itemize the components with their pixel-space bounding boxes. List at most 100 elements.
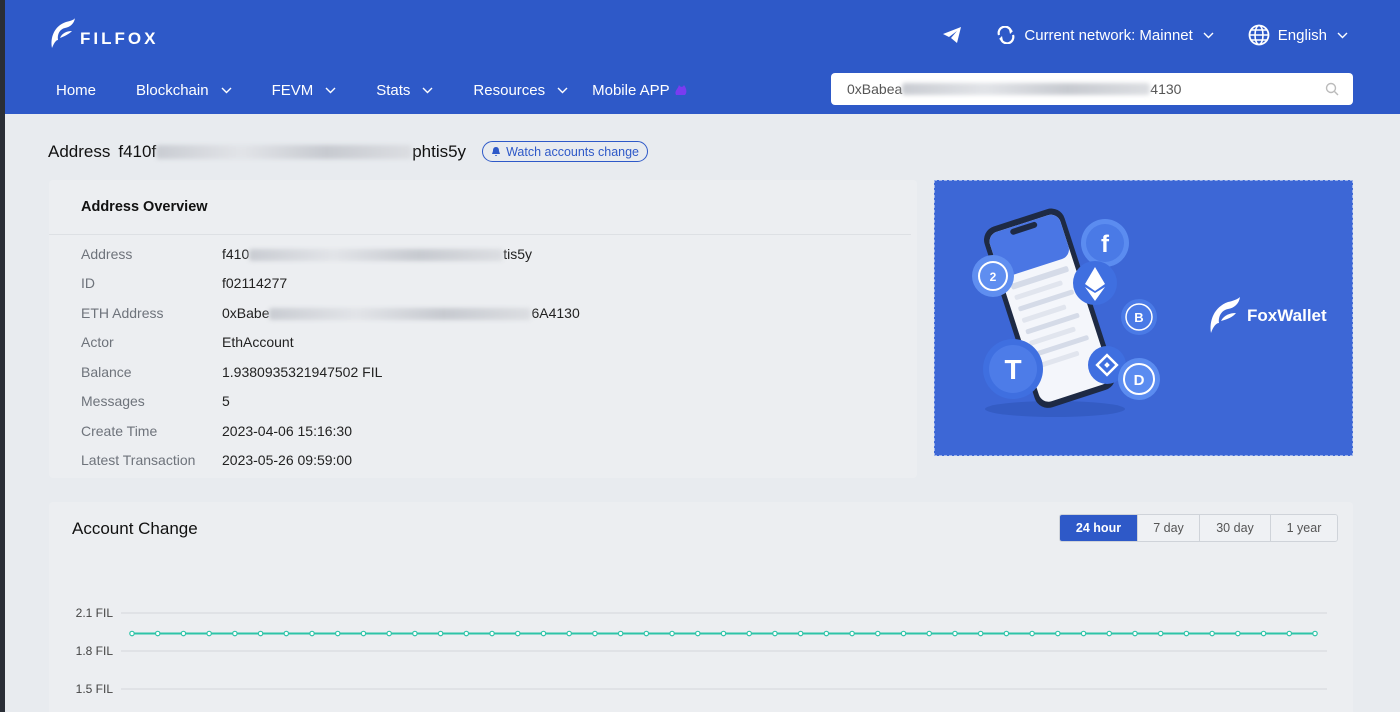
row-value-create-time: 2023-04-06 15:16:30 bbox=[222, 423, 352, 439]
watch-accounts-button[interactable]: Watch accounts change bbox=[482, 141, 649, 162]
row-key: ID bbox=[81, 275, 95, 291]
eth-address-suffix: 6A4130 bbox=[531, 305, 580, 321]
address-overview-card: Address Overview Address f410 tis5y ID f0… bbox=[49, 180, 917, 478]
page-title-address-redacted bbox=[156, 144, 413, 159]
overview-row-balance: Balance 1.9380935321947502 FIL bbox=[81, 362, 382, 382]
data-point[interactable] bbox=[669, 630, 675, 637]
data-point[interactable] bbox=[540, 630, 547, 637]
data-point[interactable] bbox=[900, 630, 907, 637]
data-point[interactable] bbox=[463, 630, 470, 637]
data-point[interactable] bbox=[926, 630, 933, 637]
nav-resources-label: Resources bbox=[473, 81, 546, 99]
data-point[interactable] bbox=[1235, 630, 1241, 637]
data-point[interactable] bbox=[360, 630, 367, 637]
row-key: Address bbox=[81, 246, 133, 262]
data-point[interactable] bbox=[617, 630, 624, 637]
bell-icon bbox=[492, 147, 501, 156]
language-selector[interactable]: English bbox=[1248, 24, 1356, 46]
telegram-link[interactable] bbox=[942, 26, 970, 44]
data-point[interactable] bbox=[412, 630, 418, 637]
data-point[interactable] bbox=[952, 630, 958, 637]
data-point[interactable] bbox=[1132, 630, 1138, 637]
address-redacted bbox=[249, 249, 504, 262]
data-point[interactable] bbox=[1312, 630, 1318, 637]
data-point[interactable] bbox=[566, 630, 572, 637]
data-point[interactable] bbox=[1183, 630, 1190, 637]
data-point[interactable] bbox=[489, 630, 495, 637]
search-text-suffix: 4130 bbox=[1150, 81, 1182, 97]
nav-mobile-app[interactable]: Mobile APP bbox=[592, 80, 688, 100]
data-point[interactable] bbox=[1055, 630, 1061, 637]
data-point[interactable] bbox=[1003, 630, 1010, 637]
watch-accounts-label: Watch accounts change bbox=[506, 144, 640, 159]
data-point[interactable] bbox=[180, 630, 187, 637]
data-point[interactable] bbox=[257, 630, 264, 637]
data-point[interactable] bbox=[1209, 630, 1215, 637]
chevron-down-icon bbox=[1203, 32, 1214, 38]
globe-icon bbox=[1248, 24, 1270, 46]
y-tick-label: 2.1 FIL bbox=[76, 606, 114, 620]
data-point[interactable] bbox=[514, 630, 521, 637]
data-point[interactable] bbox=[1157, 630, 1164, 637]
data-point[interactable] bbox=[437, 630, 444, 637]
data-point[interactable] bbox=[1106, 630, 1113, 637]
row-value-messages: 5 bbox=[222, 393, 230, 409]
row-key: Latest Transaction bbox=[81, 452, 196, 468]
data-point[interactable] bbox=[823, 630, 830, 637]
data-point[interactable] bbox=[283, 630, 290, 637]
data-point[interactable] bbox=[1286, 630, 1293, 637]
row-value-address: f410 tis5y bbox=[222, 246, 532, 262]
account-change-chart[interactable]: 2.1 FIL 1.8 FIL 1.5 FIL bbox=[49, 502, 1353, 712]
data-point[interactable] bbox=[154, 630, 161, 637]
data-point[interactable] bbox=[1029, 630, 1035, 637]
top-header: FILFOX Current network: Mainnet English bbox=[0, 0, 1400, 114]
nav-blockchain[interactable]: Blockchain bbox=[136, 80, 232, 100]
data-point[interactable] bbox=[797, 630, 804, 637]
search-icon[interactable] bbox=[1325, 82, 1339, 96]
data-point[interactable] bbox=[206, 630, 212, 637]
account-change-card: Account Change 24 hour 7 day 30 day 1 ye… bbox=[49, 502, 1353, 712]
data-point[interactable] bbox=[694, 630, 701, 637]
data-point[interactable] bbox=[849, 630, 855, 637]
page-title: Address f410f phtis5y Watch accounts cha… bbox=[48, 141, 649, 162]
search-input[interactable]: 0xBabea 4130 bbox=[831, 73, 1353, 105]
filfox-logo[interactable]: FILFOX bbox=[48, 18, 158, 50]
data-point[interactable] bbox=[772, 630, 778, 637]
telegram-icon bbox=[943, 27, 962, 43]
nav-resources[interactable]: Resources bbox=[473, 80, 568, 100]
data-point[interactable] bbox=[1080, 630, 1087, 637]
page-title-label: Address bbox=[48, 141, 111, 161]
address-suffix: tis5y bbox=[503, 246, 533, 262]
foxwallet-logo-icon bbox=[1210, 297, 1240, 333]
y-tick-label: 1.8 FIL bbox=[76, 644, 114, 658]
nav-stats-label: Stats bbox=[376, 81, 411, 99]
top-right-tools: Current network: Mainnet English bbox=[916, 24, 1356, 46]
data-point[interactable] bbox=[592, 630, 598, 637]
foxwallet-ad-banner[interactable]: f 2 B T D FoxWallet bbox=[934, 180, 1353, 456]
chevron-down-icon bbox=[422, 87, 433, 93]
network-selector[interactable]: Current network: Mainnet bbox=[996, 26, 1221, 44]
overview-row-actor: Actor EthAccount bbox=[81, 332, 294, 352]
data-point[interactable] bbox=[1260, 630, 1267, 637]
fox-logo-icon bbox=[51, 18, 75, 48]
row-value-id[interactable]: f02114277 bbox=[222, 275, 287, 291]
nav-fevm[interactable]: FEVM bbox=[272, 80, 337, 100]
row-value-latest-transaction: 2023-05-26 09:59:00 bbox=[222, 452, 352, 468]
nav-mobile-app-label: Mobile APP bbox=[592, 81, 670, 99]
nav-home[interactable]: Home bbox=[56, 80, 96, 100]
data-point[interactable] bbox=[386, 630, 392, 637]
data-point[interactable] bbox=[309, 630, 315, 637]
data-point[interactable] bbox=[334, 630, 341, 637]
data-point[interactable] bbox=[232, 630, 238, 637]
language-label: English bbox=[1277, 26, 1327, 44]
chevron-down-icon bbox=[221, 87, 232, 93]
data-point[interactable] bbox=[643, 630, 650, 637]
data-point[interactable] bbox=[746, 630, 753, 637]
address-prefix: f410 bbox=[222, 246, 250, 262]
data-point[interactable] bbox=[129, 630, 135, 637]
data-point[interactable] bbox=[875, 630, 881, 637]
data-point[interactable] bbox=[720, 630, 727, 637]
nav-stats[interactable]: Stats bbox=[376, 80, 433, 100]
row-value-actor: EthAccount bbox=[222, 334, 294, 350]
data-point[interactable] bbox=[977, 630, 984, 637]
